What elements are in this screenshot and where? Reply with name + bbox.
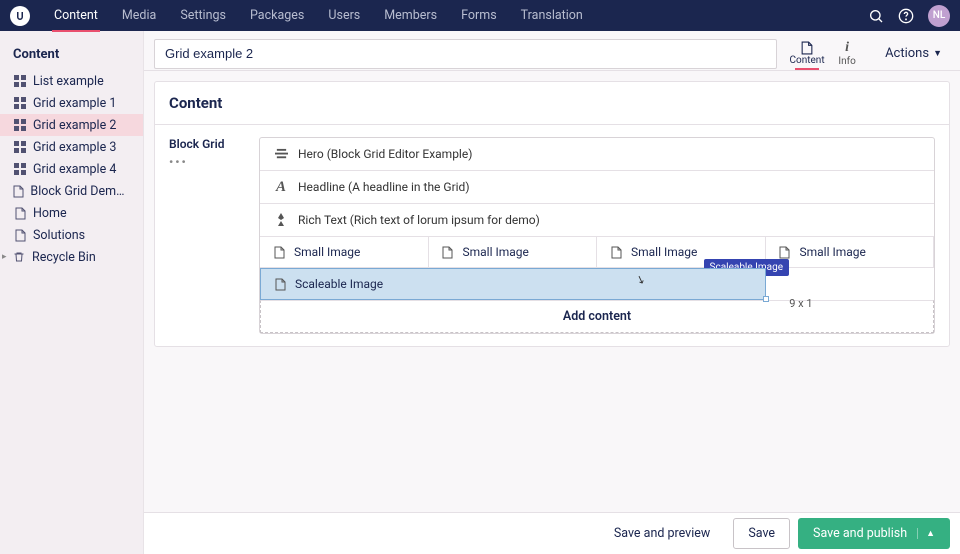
block-scaleable-image[interactable]: Scaleable Image ↘ 9 x 1 bbox=[260, 268, 766, 300]
document-icon bbox=[13, 184, 24, 198]
document-icon bbox=[800, 41, 814, 55]
save-publish-button[interactable]: Save and publish ▲ bbox=[798, 518, 950, 549]
resize-handle[interactable] bbox=[763, 269, 766, 299]
block-label: Small Image bbox=[463, 245, 529, 259]
nav-settings[interactable]: Settings bbox=[168, 0, 238, 31]
chevron-right-icon[interactable]: ▸ bbox=[2, 252, 12, 262]
block-label: Hero (Block Grid Editor Example) bbox=[298, 147, 472, 161]
tree-item-grid-1[interactable]: Grid example 1 bbox=[0, 92, 143, 114]
tree-item-grid-3[interactable]: Grid example 3 bbox=[0, 136, 143, 158]
document-icon bbox=[778, 245, 792, 259]
recycle-bin[interactable]: Recycle Bin bbox=[32, 250, 96, 265]
richtext-icon bbox=[274, 213, 288, 227]
grid-icon bbox=[13, 74, 27, 88]
actions-dropdown[interactable]: Actions ▼ bbox=[877, 40, 950, 67]
info-icon: i bbox=[845, 40, 849, 56]
tree-label: Solutions bbox=[33, 228, 85, 243]
tree-label: Grid example 1 bbox=[33, 96, 116, 111]
top-nav: Content Media Settings Packages Users Me… bbox=[0, 0, 960, 31]
page-title-input[interactable] bbox=[154, 39, 777, 69]
small-image-row: Small Image Small Image Small Image bbox=[260, 237, 934, 268]
block-headline[interactable]: A Headline (A headline in the Grid) bbox=[260, 171, 934, 204]
nav-packages[interactable]: Packages bbox=[238, 0, 316, 31]
block-hero[interactable]: Hero (Block Grid Editor Example) bbox=[260, 138, 934, 171]
tree-label: List example bbox=[33, 74, 104, 89]
u-logo-icon bbox=[14, 10, 26, 22]
nav-content[interactable]: Content bbox=[42, 0, 110, 31]
hero-icon bbox=[274, 147, 288, 161]
tree-label: Grid example 4 bbox=[33, 162, 116, 177]
block-label: Rich Text (Rich text of lorum ipsum for … bbox=[298, 213, 540, 227]
tree-label: Block Grid Demo Blo… bbox=[30, 184, 130, 199]
property-menu-icon[interactable]: ••• bbox=[169, 155, 259, 169]
tree-item-demo-blocks[interactable]: Block Grid Demo Blo… bbox=[0, 180, 143, 202]
app-content[interactable]: Content bbox=[787, 38, 827, 69]
editor-footer: Save and preview Save Save and publish ▲ bbox=[144, 512, 960, 554]
save-button[interactable]: Save bbox=[733, 518, 790, 549]
tree-label: Grid example 3 bbox=[33, 140, 116, 155]
headline-icon: A bbox=[274, 180, 288, 194]
publish-label: Save and publish bbox=[813, 526, 907, 541]
document-icon bbox=[272, 245, 286, 259]
app-info[interactable]: i Info bbox=[827, 38, 867, 69]
nav-members[interactable]: Members bbox=[372, 0, 449, 31]
add-content-button[interactable]: Add content bbox=[260, 300, 934, 333]
document-icon bbox=[13, 206, 27, 220]
block-grid: Hero (Block Grid Editor Example) A Headl… bbox=[259, 137, 935, 334]
grid-icon bbox=[13, 140, 27, 154]
nav-users[interactable]: Users bbox=[316, 0, 372, 31]
document-icon bbox=[273, 277, 287, 291]
block-small-image-1[interactable]: Small Image bbox=[260, 237, 429, 267]
block-small-image-4[interactable]: Small Image bbox=[766, 237, 935, 267]
block-richtext[interactable]: Rich Text (Rich text of lorum ipsum for … bbox=[260, 204, 934, 237]
block-label: Scaleable Image bbox=[295, 277, 383, 291]
tree-item-list-example[interactable]: List example bbox=[0, 70, 143, 92]
grid-icon bbox=[13, 96, 27, 110]
nav-sections: Content Media Settings Packages Users Me… bbox=[42, 0, 595, 31]
resize-grip-icon[interactable] bbox=[763, 296, 769, 302]
tree-heading: Content bbox=[0, 37, 143, 70]
block-label: Headline (A headline in the Grid) bbox=[298, 180, 470, 194]
property-label: Block Grid bbox=[169, 137, 259, 151]
trash-icon bbox=[12, 250, 26, 264]
user-avatar[interactable]: NL bbox=[928, 5, 950, 27]
tree-item-grid-2[interactable]: Grid example 2 bbox=[0, 114, 143, 136]
content-panel: Content Block Grid ••• Hero (Block Grid … bbox=[154, 81, 950, 347]
help-icon[interactable] bbox=[898, 8, 914, 24]
grid-icon bbox=[13, 118, 27, 132]
chevron-up-icon[interactable]: ▲ bbox=[917, 528, 935, 539]
document-icon bbox=[441, 245, 455, 259]
grid-icon bbox=[13, 162, 27, 176]
actions-label: Actions bbox=[885, 46, 929, 61]
editor-header: Content i Info Actions ▼ bbox=[144, 31, 960, 71]
nav-translation[interactable]: Translation bbox=[509, 0, 595, 31]
document-icon bbox=[609, 245, 623, 259]
chevron-down-icon: ▼ bbox=[933, 48, 942, 59]
document-icon bbox=[13, 228, 27, 242]
tree-label: Grid example 2 bbox=[33, 118, 116, 133]
tree-item-solutions[interactable]: Solutions bbox=[0, 224, 143, 246]
nav-media[interactable]: Media bbox=[110, 0, 168, 31]
tree-item-grid-4[interactable]: Grid example 4 bbox=[0, 158, 143, 180]
block-small-image-2[interactable]: Small Image bbox=[429, 237, 598, 267]
block-size-label: 9 x 1 bbox=[789, 297, 812, 310]
cursor-icon: ↘ bbox=[634, 272, 647, 287]
panel-heading: Content bbox=[155, 82, 949, 125]
tree-item-home[interactable]: Home bbox=[0, 202, 143, 224]
tree-label: Home bbox=[33, 206, 67, 221]
nav-forms[interactable]: Forms bbox=[449, 0, 509, 31]
scaleable-row: Scaleable Image ↘ 9 x 1 bbox=[260, 268, 934, 300]
app-label: Content bbox=[790, 55, 825, 66]
logo[interactable] bbox=[10, 6, 30, 26]
search-icon[interactable] bbox=[868, 8, 884, 24]
save-preview-button[interactable]: Save and preview bbox=[599, 518, 726, 549]
block-label: Small Image bbox=[800, 245, 866, 259]
block-label: Small Image bbox=[631, 245, 697, 259]
content-tree: Content List example Grid example 1 Grid… bbox=[0, 31, 144, 554]
app-label: Info bbox=[838, 56, 855, 67]
block-label: Small Image bbox=[294, 245, 360, 259]
